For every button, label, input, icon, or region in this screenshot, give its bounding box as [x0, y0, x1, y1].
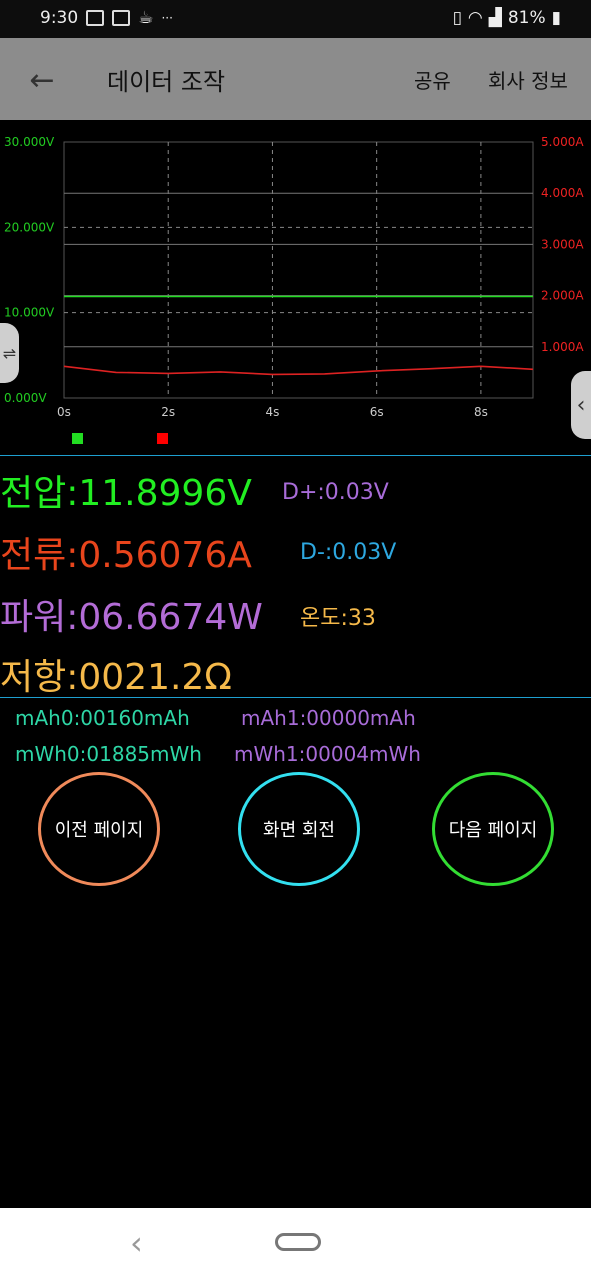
chevron-left-icon: ‹ — [130, 1224, 143, 1262]
y-left-tick-label: 30.000V — [4, 135, 55, 149]
page-title: 데이터 조작 — [107, 68, 226, 96]
d-plus-reading: D+:0.03V — [282, 480, 389, 505]
system-nav-bar: ‹ — [0, 1208, 591, 1280]
status-bar: 9:30 ☕ ··· ▯ ◠ ▟ 81% ▮ — [0, 0, 591, 38]
y-right-tick-label: 4.000A — [541, 186, 584, 200]
next-page-button[interactable]: 다음 페이지 — [432, 772, 554, 886]
y-right-tick-label: 2.000A — [541, 289, 584, 303]
x-tick-label: 6s — [370, 405, 384, 419]
rotate-screen-label: 화면 회전 — [263, 820, 335, 841]
wifi-icon: ◠ — [467, 8, 483, 28]
y-left-tick-label: 10.000V — [4, 306, 55, 320]
app-bar: ← 데이터 조작 공유 회사 정보 — [0, 38, 591, 120]
about-button[interactable]: 회사 정보 — [488, 65, 568, 94]
resistance-reading: 저항:0021.2Ω — [0, 657, 232, 698]
cup-icon: ☕ — [138, 8, 154, 28]
news-icon — [112, 10, 131, 26]
y-right-tick-label: 3.000A — [541, 237, 584, 251]
x-tick-label: 8s — [474, 405, 488, 419]
battery-icon: ▮ — [551, 8, 561, 28]
collapse-panel-handle[interactable]: ‹ — [571, 371, 591, 439]
more-dots: ··· — [161, 11, 173, 25]
legend-swatch — [157, 433, 168, 444]
rotate-screen-button[interactable]: 화면 회전 — [238, 772, 360, 886]
mwh1-counter: mWh1:00004mWh — [234, 742, 421, 766]
current-reading: 전류:0.56076A — [0, 535, 252, 576]
y-right-tick-label: 5.000A — [541, 135, 584, 149]
y-left-tick-label: 0.000V — [4, 391, 47, 405]
battery-level: 81% — [507, 8, 546, 28]
status-left: 9:30 ☕ ··· — [40, 8, 173, 28]
x-tick-label: 0s — [57, 405, 71, 419]
x-tick-label: 2s — [161, 405, 175, 419]
message-icon — [86, 10, 105, 26]
share-button[interactable]: 공유 — [414, 65, 451, 94]
back-button[interactable]: ← — [20, 58, 64, 102]
voltage-reading: 전압:11.8996V — [0, 473, 252, 514]
chevron-left-icon: ‹ — [576, 392, 586, 418]
power-reading: 파워:06.6674W — [0, 597, 263, 638]
divider-top — [0, 455, 591, 456]
arrow-left-icon: ← — [29, 62, 55, 98]
d-minus-reading: D-:0.03V — [300, 540, 397, 565]
mah1-counter: mAh1:00000mAh — [241, 706, 416, 730]
swap-panel-handle[interactable]: ⇌ — [0, 323, 19, 383]
nav-home-button[interactable] — [275, 1233, 321, 1251]
series-line-1 — [63, 365, 534, 376]
y-left-tick-label: 20.000V — [4, 220, 55, 234]
status-right: ▯ ◠ ▟ 81% ▮ — [453, 8, 561, 28]
y-right-tick-label: 1.000A — [541, 340, 584, 354]
signal-icon: ▟ — [488, 8, 502, 28]
prev-page-label: 이전 페이지 — [54, 820, 144, 841]
clock: 9:30 — [40, 8, 79, 28]
plot-frame — [63, 141, 534, 399]
mwh0-counter: mWh0:01885mWh — [15, 742, 202, 766]
divider-bottom — [0, 697, 591, 698]
next-page-label: 다음 페이지 — [448, 820, 538, 841]
voltage-current-chart[interactable]: 30.000V 20.000V 10.000V 0.000V 5.000A 4.000A 3… — [0, 120, 591, 455]
x-tick-label: 4s — [265, 405, 279, 419]
swap-icon: ⇌ — [2, 343, 17, 363]
nav-back-button[interactable]: ‹ — [130, 1224, 143, 1262]
prev-page-button[interactable]: 이전 페이지 — [38, 772, 160, 886]
vibrate-icon: ▯ — [452, 8, 462, 28]
legend-swatch — [72, 433, 83, 444]
temperature-reading: 온도:33 — [300, 606, 376, 631]
mah0-counter: mAh0:00160mAh — [15, 706, 190, 730]
